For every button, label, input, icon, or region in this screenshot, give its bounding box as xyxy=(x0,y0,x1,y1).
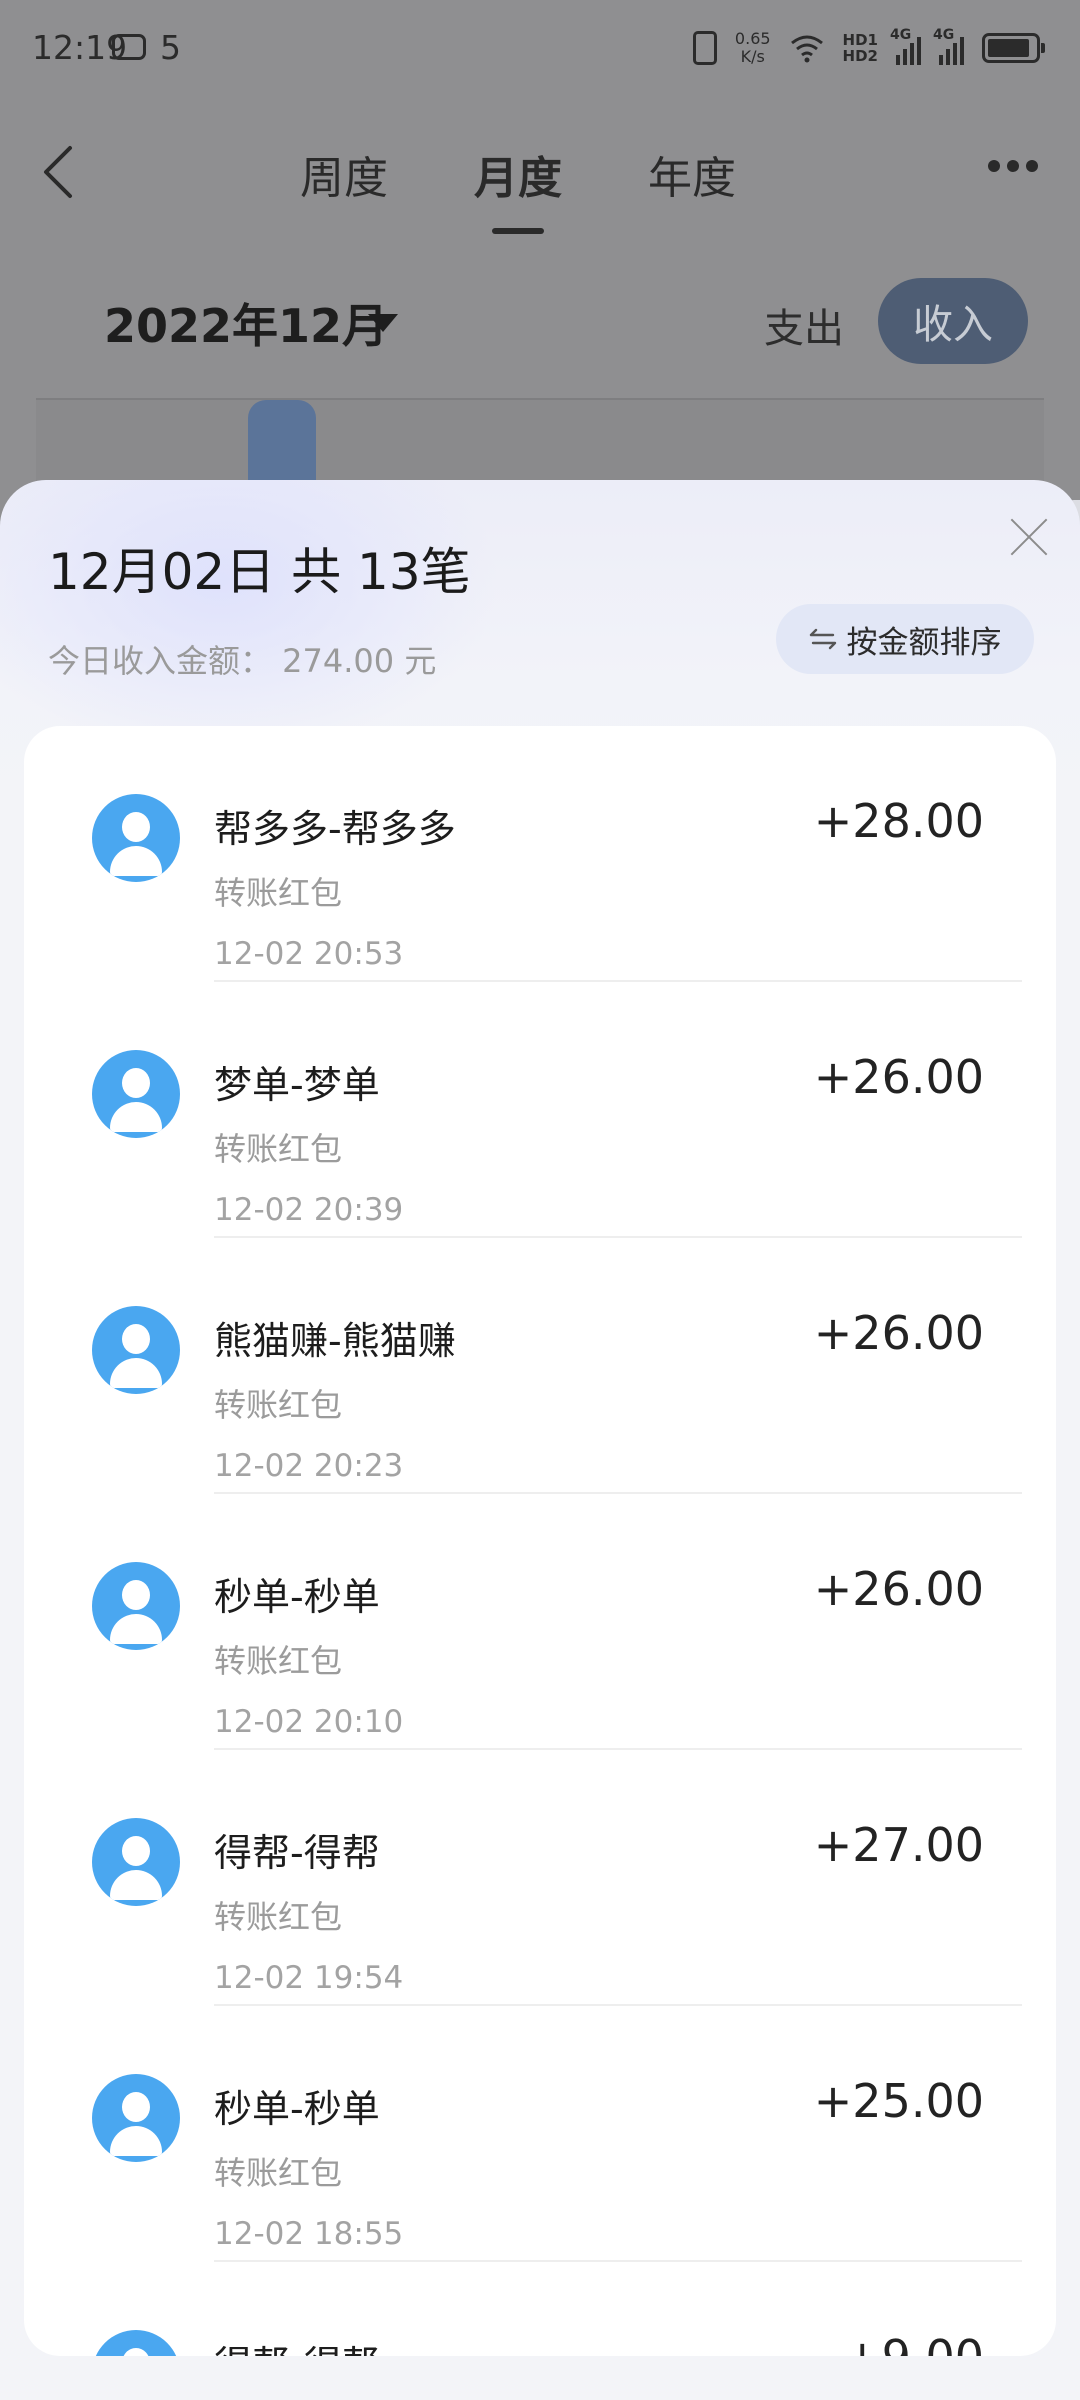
item-name: 秒单-秒单 xyxy=(214,1575,380,1619)
wifi-icon xyxy=(790,35,823,63)
status-bar: 12:19 5 0.65 K/s HD1 HD2 4G 4G xyxy=(0,0,1080,100)
item-name: 秒单-秒单 xyxy=(214,2087,380,2131)
top-nav: 周度 月度 年度 xyxy=(0,110,1080,234)
signal-icon-1: 4G xyxy=(890,27,921,65)
net-type-1: 4G xyxy=(890,27,912,43)
item-amount: +25.00 xyxy=(813,2074,984,2128)
item-name: 熊猫赚-熊猫赚 xyxy=(214,1319,456,1363)
more-icon[interactable] xyxy=(988,160,1038,172)
item-type: 转账红包 xyxy=(214,1386,343,1424)
item-name: 帮多多-帮多多 xyxy=(214,807,456,851)
notification-count: 5 xyxy=(160,28,181,67)
item-time: 12-02 20:53 xyxy=(214,936,404,972)
hd-indicator: HD1 HD2 xyxy=(843,32,878,64)
message-icon xyxy=(112,34,146,60)
item-name: 得帮-得帮 xyxy=(214,2334,380,2356)
item-amount: +9.00 xyxy=(843,2330,984,2356)
list-item[interactable]: 帮多多-帮多多 转账红包 12-02 20:53 +28.00 xyxy=(24,726,1056,982)
tab-yearly[interactable]: 年度 xyxy=(648,142,736,206)
speed-unit: K/s xyxy=(740,47,765,66)
avatar-user-icon xyxy=(92,1562,180,1650)
network-speed: 0.65 K/s xyxy=(735,30,771,66)
list-item[interactable]: 秒单-秒单 转账红包 12-02 18:55 +25.00 xyxy=(24,2006,1056,2262)
month-selector[interactable]: 2022年12月 xyxy=(104,290,388,356)
vibrate-icon xyxy=(692,31,717,65)
item-amount: +28.00 xyxy=(813,794,984,848)
list-item[interactable]: 秒单-秒单 转账红包 12-02 20:10 +26.00 xyxy=(24,1494,1056,1750)
caret-down-icon[interactable] xyxy=(368,314,398,332)
item-type: 转账红包 xyxy=(214,1642,343,1680)
avatar-user-icon xyxy=(92,1050,180,1138)
back-arrow-icon[interactable] xyxy=(34,142,84,202)
list-item[interactable]: 得帮-得帮 转账红包 12-02 19:54 +27.00 xyxy=(24,1750,1056,2006)
item-time: 12-02 20:10 xyxy=(214,1704,404,1740)
avatar-user-icon xyxy=(92,1818,180,1906)
swap-icon xyxy=(809,628,836,650)
day-detail-sheet: 12月02日 共 13笔 今日收入金额： 274.00 元 按金额排序 帮多多-… xyxy=(0,480,1080,2400)
item-name: 得帮-得帮 xyxy=(214,1831,380,1875)
status-icons: 0.65 K/s HD1 HD2 4G 4G xyxy=(692,26,1045,70)
sheet-title: 12月02日 共 13笔 xyxy=(48,543,471,601)
net-type-2: 4G xyxy=(933,27,955,43)
sort-label: 按金额排序 xyxy=(846,624,1002,661)
item-amount: +27.00 xyxy=(813,1818,984,1872)
item-amount: +26.00 xyxy=(813,1562,984,1616)
expense-button[interactable]: 支出 xyxy=(764,296,844,354)
list-item[interactable]: 熊猫赚-熊猫赚 转账红包 12-02 20:23 +26.00 xyxy=(24,1238,1056,1494)
sheet-glow xyxy=(0,480,500,760)
item-amount: +26.00 xyxy=(813,1306,984,1360)
avatar-user-icon xyxy=(92,2330,180,2356)
income-summary: 今日收入金额： 274.00 元 xyxy=(48,642,437,680)
list-item[interactable]: 得帮-得帮 +9.00 xyxy=(24,2262,1056,2356)
item-type: 转账红包 xyxy=(214,1130,343,1168)
period-tabs: 周度 月度 年度 xyxy=(300,142,736,234)
item-time: 12-02 18:55 xyxy=(214,2216,404,2252)
item-type: 转账红包 xyxy=(214,1898,343,1936)
tab-monthly[interactable]: 月度 xyxy=(474,142,562,234)
list-item[interactable]: 梦单-梦单 转账红包 12-02 20:39 +26.00 xyxy=(24,982,1056,1238)
tab-weekly[interactable]: 周度 xyxy=(300,142,388,206)
avatar-user-icon xyxy=(92,1306,180,1394)
item-type: 转账红包 xyxy=(214,874,343,912)
item-name: 梦单-梦单 xyxy=(214,1063,380,1107)
signal-icon-2: 4G xyxy=(933,27,964,65)
income-button[interactable]: 收入 xyxy=(878,278,1028,364)
transaction-list: 帮多多-帮多多 转账红包 12-02 20:53 +28.00 梦单-梦单 转账… xyxy=(24,726,1056,2356)
battery-icon xyxy=(982,33,1045,63)
speed-value: 0.65 xyxy=(734,29,771,48)
item-time: 12-02 20:23 xyxy=(214,1448,404,1484)
avatar-user-icon xyxy=(92,2074,180,2162)
item-type: 转账红包 xyxy=(214,2154,343,2192)
hd2-label: HD2 xyxy=(842,47,878,65)
sort-by-amount-button[interactable]: 按金额排序 xyxy=(776,604,1034,674)
month-filter-row: 2022年12月 支出 收入 xyxy=(0,270,1080,380)
avatar-user-icon xyxy=(92,794,180,882)
item-time: 12-02 20:39 xyxy=(214,1192,404,1228)
close-icon[interactable] xyxy=(1008,516,1050,558)
item-time: 12-02 19:54 xyxy=(214,1960,404,1996)
item-amount: +26.00 xyxy=(813,1050,984,1104)
